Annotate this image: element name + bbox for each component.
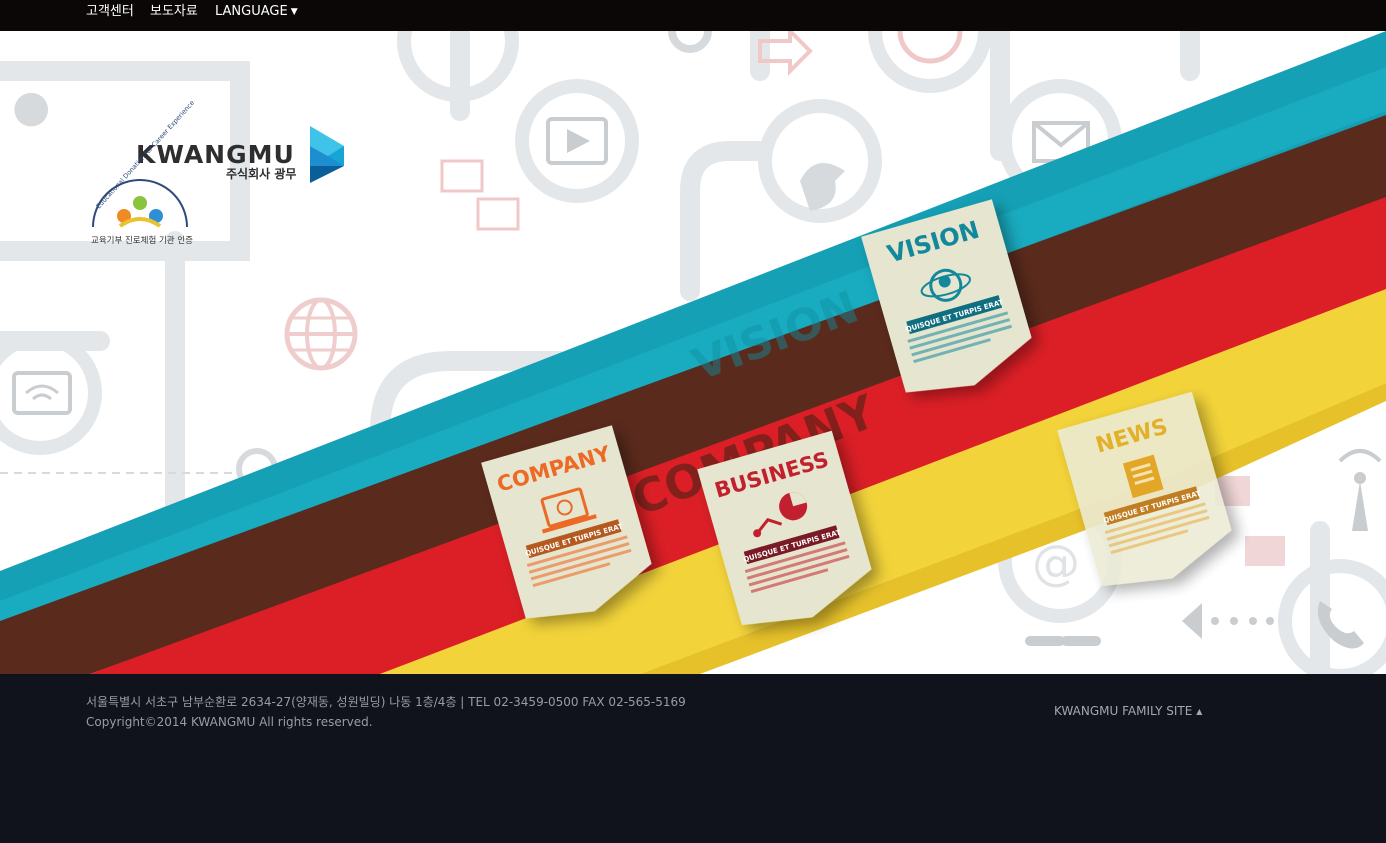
footer-copyright: Copyright©2014 KWANGMU All rights reserv…: [86, 715, 373, 729]
nav-language-dropdown[interactable]: LANGUAGE ▼: [215, 0, 298, 24]
hero-illustration: ● @ VISION VISION QUISQUE ET TURPIS ERAT…: [0, 31, 1386, 674]
education-donation-badge: Educational Donation for Career Experien…: [91, 99, 196, 246]
chevron-up-icon: ▲: [1196, 707, 1203, 716]
wifi-icon: [12, 371, 72, 415]
badge-caption: 교육기부 진로체험 기관 인증: [91, 235, 193, 246]
site-footer: 서울특별시 서초구 남부순환로 2634-27(양재동, 성원빌딩) 나동 1층…: [0, 674, 1386, 843]
top-navigation-bar: 고객센터 보도자료 LANGUAGE ▼: [0, 0, 1386, 31]
monitor-icon: [440, 159, 484, 193]
logo-chevron-mark: [310, 126, 344, 183]
logo-sub-text: 주식회사 광무: [226, 166, 296, 181]
hero-banner: ● @ VISION VISION QUISQUE ET TURPIS ERAT…: [0, 31, 1386, 674]
family-site-dropdown[interactable]: KWANGMU FAMILY SITE ▲: [1054, 704, 1202, 718]
users-icon: ●: [12, 81, 50, 132]
footer-address: 서울특별시 서초구 남부순환로 2634-27(양재동, 성원빌딩) 나동 1층…: [86, 695, 686, 709]
nav-customer-center-link[interactable]: 고객센터: [86, 0, 134, 24]
antenna-icon: [1352, 481, 1368, 531]
nav-language-label: LANGUAGE: [215, 4, 288, 19]
nav-press-link[interactable]: 보도자료: [150, 0, 198, 24]
bird-icon: [800, 163, 845, 211]
arrow-left-icon: [1182, 603, 1202, 639]
family-site-label: KWANGMU FAMILY SITE: [1054, 704, 1193, 718]
chevron-down-icon: ▼: [290, 7, 298, 17]
clock-icon: [897, 31, 963, 64]
